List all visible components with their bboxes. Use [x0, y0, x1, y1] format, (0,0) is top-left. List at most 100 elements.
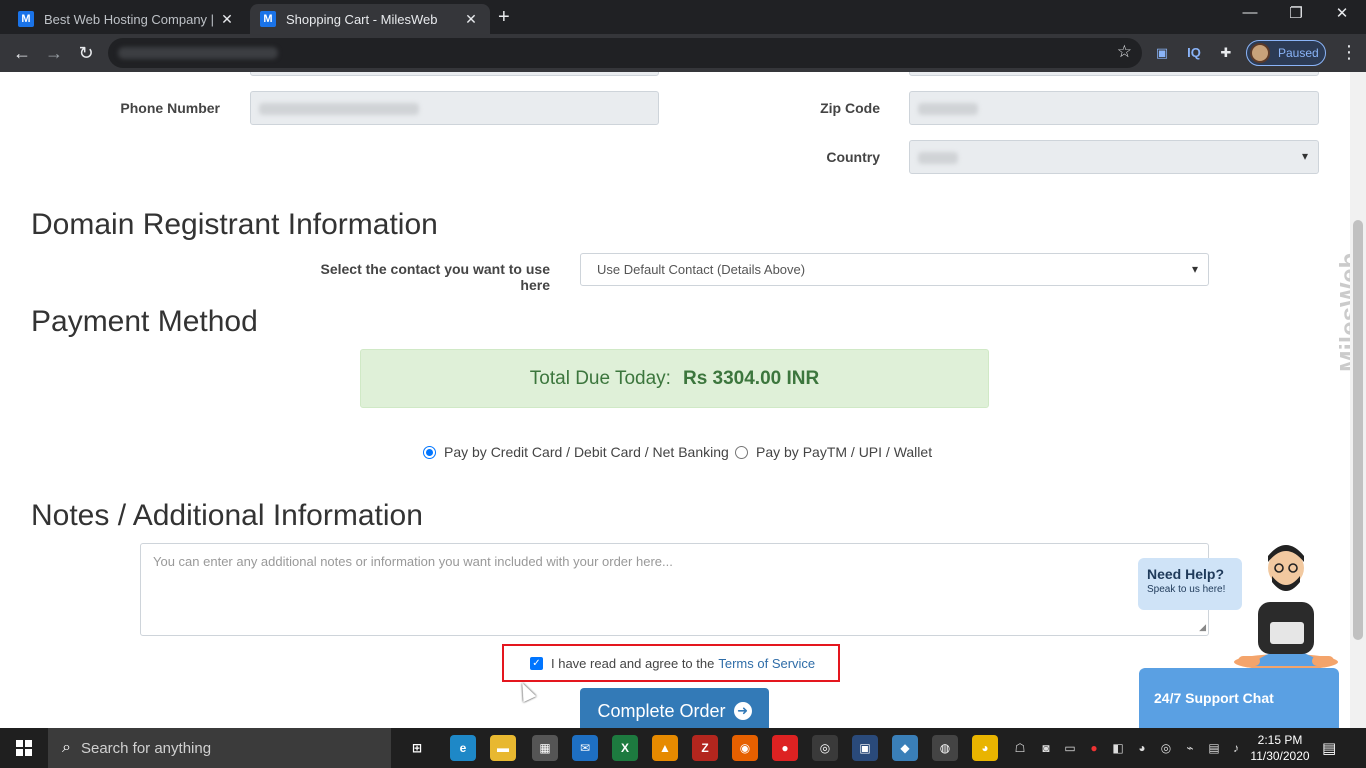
payment-option-paytm-label: Pay by PayTM / UPI / Wallet — [756, 444, 933, 460]
chevron-down-icon: ▾ — [1191, 262, 1198, 276]
milesweb-favicon-icon: M — [18, 11, 34, 27]
mail-icon[interactable]: ✉ — [572, 735, 598, 761]
country-label: Country — [826, 149, 880, 165]
tos-agreement: ✓ I have read and agree to the Terms of … — [502, 644, 840, 682]
milesweb-favicon-icon: M — [260, 11, 276, 27]
phone-input[interactable] — [250, 91, 659, 125]
reload-icon[interactable]: ↻ — [75, 42, 97, 64]
tray-monitor-icon[interactable]: ▭ — [1062, 740, 1078, 756]
taskbar-clock[interactable]: 2:15 PM 11/30/2020 — [1250, 732, 1310, 764]
edge-icon[interactable]: e — [450, 735, 476, 761]
volume-icon[interactable]: ♪ — [1228, 740, 1244, 756]
contact-select-value: Use Default Contact (Details Above) — [597, 262, 806, 277]
support-chat-button[interactable]: 24/7 Support Chat — [1139, 668, 1339, 728]
support-mascot-icon[interactable] — [1230, 538, 1340, 672]
file-explorer-icon[interactable]: ▬ — [490, 735, 516, 761]
iq-extension-icon[interactable]: IQ — [1184, 43, 1204, 63]
need-help-subtitle: Speak to us here! — [1147, 584, 1226, 595]
restore-icon[interactable]: ❐ — [1276, 4, 1316, 22]
clock-date: 11/30/2020 — [1250, 749, 1310, 763]
chrome-profile-icon[interactable]: ◎ — [812, 735, 838, 761]
chevron-down-icon: ▾ — [1301, 149, 1308, 163]
page-viewport: Phone Number Zip Code Country ▾ Domain R… — [0, 72, 1350, 728]
scrollbar-thumb[interactable] — [1353, 220, 1363, 640]
media-icon[interactable]: ◍ — [932, 735, 958, 761]
zip-input[interactable] — [909, 91, 1319, 125]
need-help-bubble[interactable]: Need Help? Speak to us here! — [1138, 558, 1242, 610]
extensions-puzzle-icon[interactable]: ✚ — [1216, 43, 1236, 63]
url-blurred — [118, 47, 278, 59]
tab-title: Best Web Hosting Company | Ch — [44, 11, 218, 27]
tray-camera-icon[interactable]: ◙ — [1038, 740, 1054, 756]
clock-time: 2:15 PM — [1257, 733, 1303, 747]
tab-title: Shopping Cart - MilesWeb — [286, 11, 438, 27]
payment-option-card-label: Pay by Credit Card / Debit Card / Net Ba… — [444, 444, 729, 460]
domain-registrant-heading: Domain Registrant Information — [31, 208, 438, 241]
zip-value-blurred — [918, 103, 978, 115]
app-icon[interactable]: ◆ — [892, 735, 918, 761]
avatar — [1250, 43, 1270, 63]
contact-select[interactable]: Use Default Contact (Details Above) ▾ — [580, 253, 1209, 286]
total-due-label: Total Due Today: — [529, 367, 671, 389]
tray-chat-icon[interactable]: ☖ — [1012, 740, 1028, 756]
screen-recorder-icon[interactable]: ▣ — [1152, 43, 1172, 63]
notes-heading: Notes / Additional Information — [31, 499, 423, 532]
contact-select-label: Select the contact you want to use here — [320, 261, 551, 293]
radio-paytm[interactable] — [735, 445, 748, 459]
complete-order-button[interactable]: Complete Order ➜ — [580, 688, 769, 728]
menu-dots-icon[interactable]: ⋮ — [1340, 42, 1358, 63]
close-icon[interactable]: ✕ — [462, 11, 480, 28]
notes-textarea[interactable]: You can enter any additional notes or in… — [140, 543, 1209, 636]
above-input-left[interactable] — [250, 72, 659, 76]
country-value-blurred — [918, 152, 958, 164]
vlc-icon[interactable]: ▲ — [652, 735, 678, 761]
start-button[interactable] — [0, 728, 48, 768]
payment-method-heading: Payment Method — [31, 305, 258, 338]
payment-option-paytm[interactable]: Pay by PayTM / UPI / Wallet — [735, 444, 932, 460]
arrow-right-icon: ➜ — [733, 702, 752, 720]
network-icon[interactable]: ▤ — [1206, 740, 1222, 756]
taskbar-search[interactable]: ⌕ Search for anything — [48, 728, 391, 768]
chat-app-icon[interactable]: ● — [772, 735, 798, 761]
forward-icon[interactable]: → — [43, 42, 65, 64]
profile-paused-button[interactable]: Paused — [1246, 40, 1326, 66]
remote-app-icon[interactable]: ▣ — [852, 735, 878, 761]
complete-order-label: Complete Order — [597, 700, 726, 721]
phone-value-blurred — [259, 103, 419, 115]
notification-icon[interactable]: ▤ — [1322, 739, 1336, 757]
store-icon[interactable]: ▦ — [532, 735, 558, 761]
tab-shopping-cart[interactable]: M Shopping Cart - MilesWeb ✕ — [250, 4, 490, 34]
tab-best-web-hosting[interactable]: M Best Web Hosting Company | Ch ✕ — [8, 4, 246, 34]
page-scrollbar[interactable] — [1350, 72, 1366, 728]
new-tab-icon[interactable]: + — [498, 6, 510, 29]
tray-chrome-icon[interactable]: ◕ — [1134, 740, 1150, 756]
close-icon[interactable]: ✕ — [218, 11, 236, 28]
task-view-icon[interactable]: ⊞ — [404, 735, 430, 761]
close-window-icon[interactable]: ✕ — [1322, 4, 1362, 22]
taskbar-search-placeholder: Search for anything — [80, 739, 212, 757]
notes-placeholder: You can enter any additional notes or in… — [153, 554, 673, 569]
tray-profile-icon[interactable]: ◎ — [1158, 740, 1174, 756]
firefox-icon[interactable]: ◉ — [732, 735, 758, 761]
above-input-right[interactable] — [909, 72, 1319, 76]
filezilla-icon[interactable]: Z — [692, 735, 718, 761]
resize-grip-icon[interactable]: ◢ — [1199, 622, 1206, 633]
tray-app-icon[interactable]: ◧ — [1110, 740, 1126, 756]
mouse-cursor-icon — [515, 679, 537, 703]
tray-usb-icon[interactable]: ⌁ — [1182, 740, 1198, 756]
payment-option-card[interactable]: Pay by Credit Card / Debit Card / Net Ba… — [423, 444, 729, 460]
tray-record-icon[interactable]: ● — [1086, 740, 1102, 756]
back-icon[interactable]: ← — [11, 42, 33, 64]
windows-logo-icon — [16, 740, 32, 756]
tos-checkbox[interactable]: ✓ — [530, 656, 543, 670]
bookmark-star-icon[interactable]: ☆ — [1117, 42, 1132, 62]
chrome-icon[interactable]: ◕ — [972, 735, 998, 761]
tos-link[interactable]: Terms of Service — [718, 656, 815, 671]
total-due-value: Rs 3304.00 INR — [682, 367, 820, 389]
tos-text: I have read and agree to the — [551, 655, 715, 671]
address-bar[interactable]: ☆ — [108, 38, 1142, 68]
country-select[interactable]: ▾ — [909, 140, 1319, 174]
minimize-icon[interactable]: — — [1230, 4, 1270, 21]
radio-card[interactable] — [423, 445, 436, 459]
excel-icon[interactable]: X — [612, 735, 638, 761]
